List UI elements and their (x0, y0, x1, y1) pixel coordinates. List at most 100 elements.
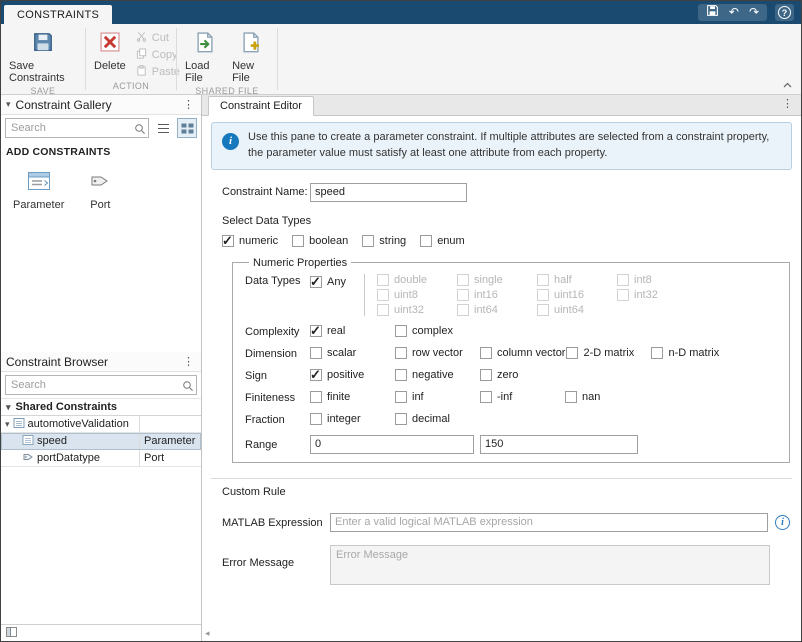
browser-search-input[interactable] (5, 375, 197, 395)
redo-icon[interactable]: ↷ (749, 4, 759, 21)
checkbox-half[interactable]: half (537, 274, 617, 286)
delete-icon (99, 31, 121, 56)
custom-rule-label: Custom Rule (222, 486, 801, 498)
splitter-collapse-icon[interactable]: ◂ (205, 628, 210, 639)
load-file-button[interactable]: Load File (181, 28, 228, 84)
app-window: CONSTRAINTS ↶ ↷ ? Save Constraints SAVE (0, 0, 802, 642)
checkbox-zero[interactable]: zero (480, 369, 564, 381)
chevron-up-icon (783, 82, 792, 88)
checkbox-integer[interactable]: integer (310, 413, 394, 425)
browser-menu-button[interactable]: ⋮ (181, 357, 196, 367)
caret-down-icon: ▾ (6, 402, 11, 413)
checkbox-double[interactable]: double (377, 274, 457, 286)
new-file-button[interactable]: New File (228, 28, 273, 84)
floppy-icon (32, 31, 54, 56)
gallery-item-parameter[interactable]: Parameter (13, 170, 64, 211)
error-message-row: Error Message (222, 545, 790, 585)
checkbox-column-vector[interactable]: column vector (480, 347, 565, 359)
matlab-expression-row: MATLAB Expression i (222, 513, 790, 532)
editor-menu-button[interactable]: ⋮ (780, 99, 795, 109)
tree-row-label: speed (37, 435, 67, 447)
tab-constraint-editor[interactable]: Constraint Editor (208, 96, 314, 116)
checkbox-uint64[interactable]: uint64 (537, 304, 617, 316)
checkbox-neg-inf[interactable]: -inf (480, 391, 564, 403)
checkbox-uint8[interactable]: uint8 (377, 289, 457, 301)
checkbox-row-vector[interactable]: row vector (395, 347, 479, 359)
gallery-item-port[interactable]: Port (78, 170, 122, 211)
ribbon: Save Constraints SAVE Delete (1, 24, 801, 95)
checkbox-complex[interactable]: complex (395, 325, 479, 337)
checkbox-boolean[interactable]: boolean (292, 235, 348, 247)
checkbox-real[interactable]: real (310, 325, 394, 337)
checkbox-inf[interactable]: inf (395, 391, 479, 403)
help-icon: ? (778, 6, 791, 19)
data-type-checkbox-row: numeric boolean string enum (222, 235, 790, 247)
range-min-input[interactable] (310, 435, 474, 454)
checkbox-decimal[interactable]: decimal (395, 413, 479, 425)
tree-row-port-datatype[interactable]: portDatatype Port (1, 450, 201, 467)
matlab-expression-input[interactable] (330, 513, 768, 532)
custom-rule-divider (211, 478, 792, 479)
checkbox-finite[interactable]: finite (310, 391, 394, 403)
shared-constraints-header[interactable]: ▾ Shared Constraints (1, 398, 201, 416)
constraint-browser-panel: Constraint Browser ⋮ ▾ Shared Constraint… (1, 352, 201, 624)
toolstrip-tab-bar: CONSTRAINTS ↶ ↷ ? (1, 1, 801, 24)
constraint-editor-pane: i Use this pane to create a parameter co… (202, 116, 801, 641)
caret-down-icon[interactable]: ▾ (5, 419, 10, 430)
checkbox-positive[interactable]: positive (310, 369, 394, 381)
cut-button[interactable]: Cut (136, 31, 180, 45)
numeric-properties-fieldset: Numeric Properties Data Types Any double… (232, 257, 790, 463)
save-icon[interactable] (706, 4, 719, 22)
checkbox-any[interactable]: Any (310, 276, 346, 288)
undo-icon[interactable]: ↶ (729, 4, 739, 21)
checkbox-2d-matrix[interactable]: 2-D matrix (566, 347, 650, 359)
grid-view-button[interactable] (177, 118, 197, 138)
matlab-expression-label: MATLAB Expression (222, 515, 330, 529)
gallery-search-input[interactable] (5, 118, 149, 138)
document-tab-bar: Constraint Editor ⋮ (202, 95, 801, 116)
copy-button[interactable]: Copy (136, 48, 180, 62)
tree-row-speed[interactable]: speed Parameter (1, 433, 201, 450)
grid-icon (181, 123, 194, 134)
checkbox-numeric[interactable]: numeric (222, 235, 278, 247)
paste-button[interactable]: Paste (136, 65, 180, 79)
checkbox-int16[interactable]: int16 (457, 289, 537, 301)
checkbox-negative[interactable]: negative (395, 369, 479, 381)
checkbox-single[interactable]: single (457, 274, 537, 286)
save-constraints-button[interactable]: Save Constraints (5, 28, 81, 84)
ribbon-divider (277, 28, 278, 90)
info-icon: i (222, 133, 239, 150)
ribbon-collapse-button[interactable] (779, 78, 795, 91)
panel-collapse-icon[interactable] (6, 624, 17, 642)
checkbox-int64[interactable]: int64 (457, 304, 537, 316)
range-label: Range (245, 438, 310, 451)
checkbox-nan[interactable]: nan (565, 391, 649, 403)
tree-name-cell: portDatatype (1, 450, 139, 466)
constraint-name-input[interactable] (310, 183, 467, 202)
list-view-button[interactable] (153, 118, 173, 138)
delete-label: Delete (94, 60, 126, 72)
checkbox-scalar[interactable]: scalar (310, 347, 394, 359)
checkbox-uint16[interactable]: uint16 (537, 289, 617, 301)
checkbox-nd-matrix[interactable]: n-D matrix (651, 347, 735, 359)
tree-row-label: portDatatype (37, 452, 100, 464)
checkbox-int32[interactable]: int32 (617, 289, 697, 301)
caret-down-icon[interactable]: ▾ (6, 99, 11, 110)
checkbox-int8[interactable]: int8 (617, 274, 697, 286)
delete-button[interactable]: Delete (90, 28, 130, 79)
gallery-search (5, 118, 149, 138)
gallery-item-label: Port (90, 199, 110, 211)
checkbox-uint32[interactable]: uint32 (377, 304, 457, 316)
range-max-input[interactable] (480, 435, 638, 454)
tree-row-automotive-validation[interactable]: ▾ automotiveValidation (1, 416, 201, 433)
tab-constraints[interactable]: CONSTRAINTS (4, 5, 112, 24)
checkbox-string[interactable]: string (362, 235, 406, 247)
port-icon (88, 170, 112, 195)
help-button[interactable]: ? (775, 4, 794, 21)
checkbox-enum[interactable]: enum (420, 235, 465, 247)
gallery-menu-button[interactable]: ⋮ (181, 100, 196, 110)
data-types-row: Data Types Any double single half int8 u… (245, 274, 777, 316)
search-icon (134, 122, 146, 140)
expression-info-icon[interactable]: i (775, 515, 790, 530)
error-message-textarea[interactable] (330, 545, 770, 585)
